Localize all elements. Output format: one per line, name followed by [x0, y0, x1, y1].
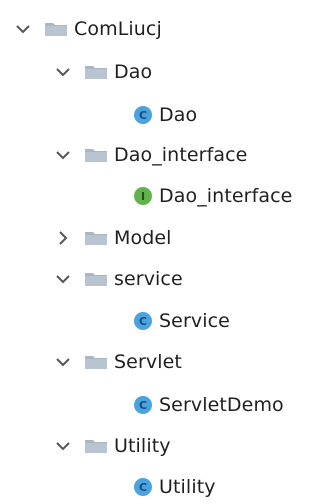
tree-node-dao-class[interactable]: C Dao — [134, 100, 197, 130]
folder-icon — [84, 271, 108, 287]
chevron-down-icon[interactable] — [54, 146, 72, 164]
interface-icon: I — [134, 187, 152, 205]
tree-node-dao[interactable]: Dao — [54, 57, 152, 87]
tree-node-label: Dao_interface — [159, 185, 293, 207]
tree-node-label: Servlet — [114, 351, 182, 373]
tree-node-label: ServletDemo — [159, 394, 284, 416]
tree-node-label: Dao — [159, 104, 198, 126]
class-icon: C — [134, 312, 152, 330]
tree-node-service-class[interactable]: C Service — [134, 306, 230, 336]
tree-node-utility[interactable]: Utility — [54, 431, 171, 461]
chevron-down-icon[interactable] — [54, 270, 72, 288]
tree-node-label: service — [114, 268, 183, 290]
tree-node-label: Dao — [114, 61, 153, 83]
tree-node-servlet[interactable]: Servlet — [54, 347, 182, 377]
folder-icon — [84, 230, 108, 246]
folder-icon — [84, 354, 108, 370]
tree-node-label: Service — [159, 310, 230, 332]
class-icon: C — [134, 106, 152, 124]
tree-node-model[interactable]: Model — [54, 223, 172, 253]
tree-node-label: Utility — [114, 435, 171, 457]
chevron-right-icon[interactable] — [54, 229, 72, 247]
tree-node-servletdemo-class[interactable]: C ServletDemo — [134, 390, 284, 420]
folder-icon — [84, 64, 108, 80]
tree-node-service[interactable]: service — [54, 264, 183, 294]
chevron-down-icon[interactable] — [54, 437, 72, 455]
tree-node-dao-interface[interactable]: Dao_interface — [54, 140, 247, 170]
tree-node-comliucj[interactable]: ComLiucj — [14, 14, 162, 44]
tree-node-label: Model — [114, 227, 172, 249]
tree-node-utility-class[interactable]: C Utility — [134, 472, 216, 502]
tree-node-label: ComLiucj — [74, 18, 162, 40]
chevron-down-icon[interactable] — [54, 63, 72, 81]
project-tree: ComLiucj Dao C Dao Dao_interface I Dao_i… — [0, 0, 328, 504]
tree-node-label: Utility — [159, 476, 216, 498]
tree-node-dao-interface-item[interactable]: I Dao_interface — [134, 181, 292, 211]
folder-icon — [84, 147, 108, 163]
class-icon: C — [134, 478, 152, 496]
folder-icon — [84, 438, 108, 454]
folder-icon — [44, 21, 68, 37]
class-icon: C — [134, 396, 152, 414]
chevron-down-icon[interactable] — [54, 353, 72, 371]
chevron-down-icon[interactable] — [14, 20, 32, 38]
tree-node-label: Dao_interface — [114, 144, 248, 166]
